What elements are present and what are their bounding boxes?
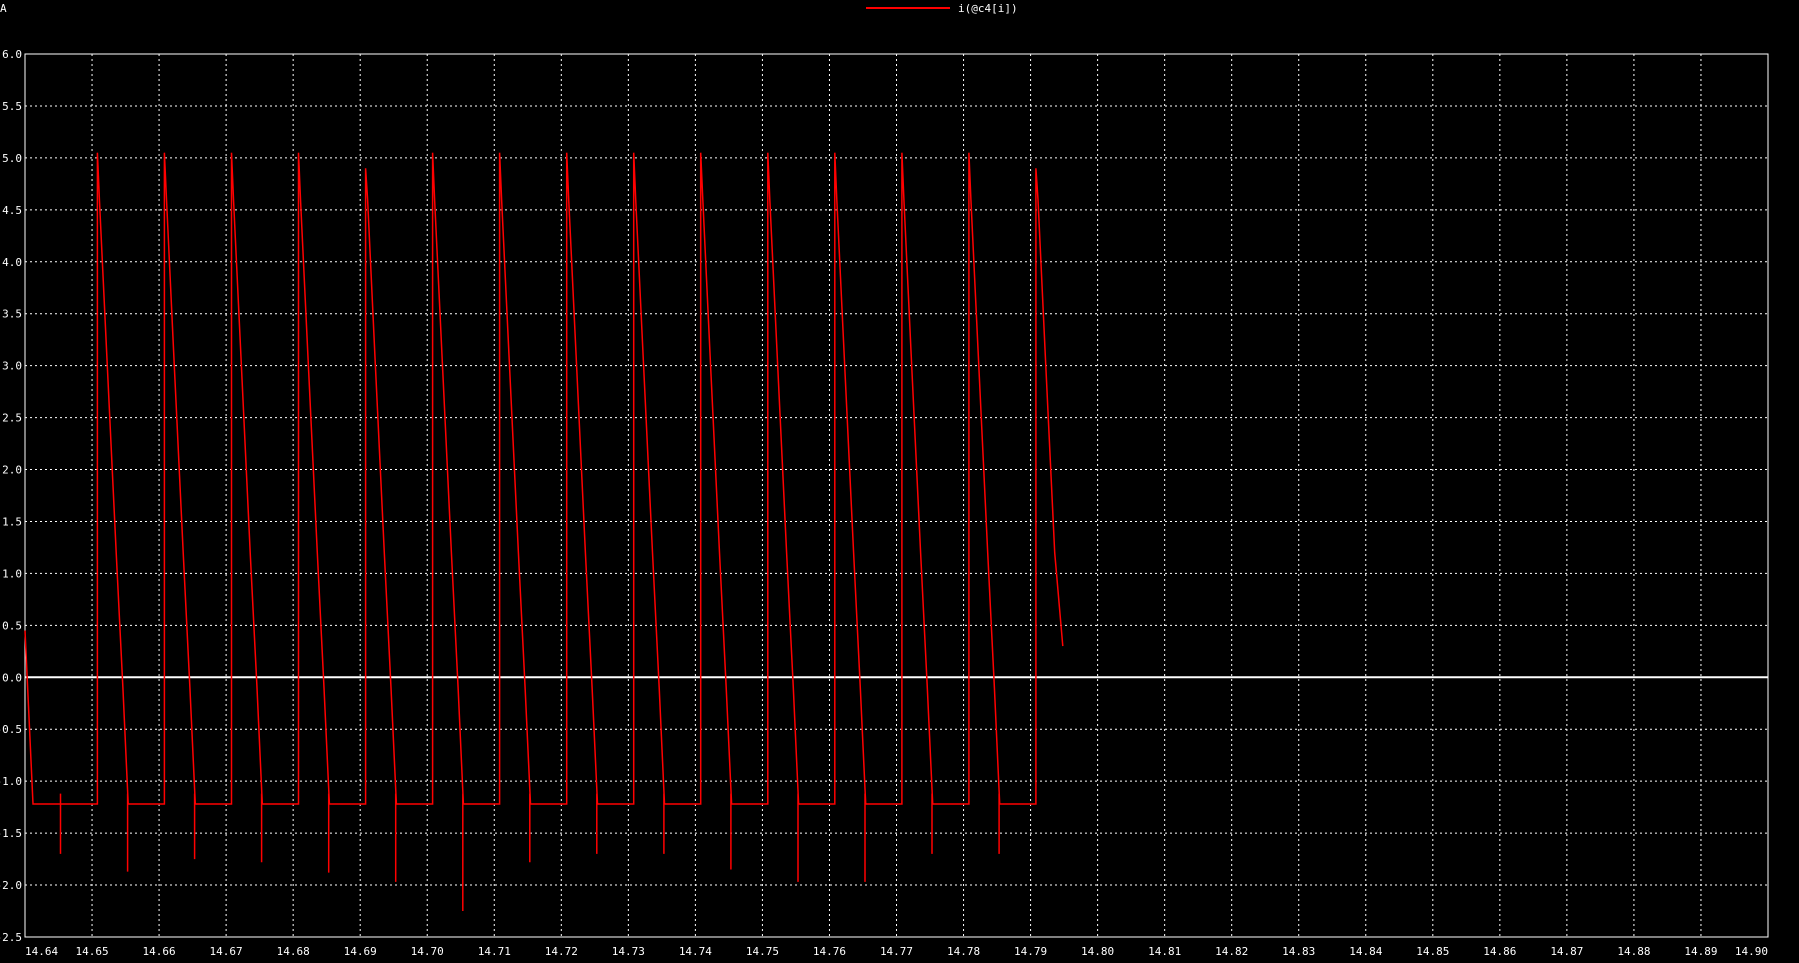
y-unit-label: A <box>0 2 7 15</box>
x-tick-label: 14.75 <box>746 945 779 958</box>
x-tick-label: 14.74 <box>679 945 712 958</box>
y-tick-label: 4.0 <box>2 256 22 269</box>
series-layer <box>24 152 1064 911</box>
y-tick-label: 1.5 <box>2 515 22 528</box>
x-tick-label: 14.68 <box>277 945 310 958</box>
x-tick-label: 14.76 <box>813 945 846 958</box>
x-tick-label: 14.83 <box>1282 945 1315 958</box>
x-tick-label: 14.89 <box>1684 945 1717 958</box>
y-tick-label: -2.5 <box>0 931 22 944</box>
y-tick-label: 0.0 <box>2 671 22 684</box>
x-tick-label: 14.65 <box>75 945 108 958</box>
legend-label: i(@c4[i]) <box>958 2 1018 15</box>
x-tick-label: 14.87 <box>1550 945 1583 958</box>
x-tick-label: 14.77 <box>880 945 913 958</box>
series-line-i-c4 <box>24 152 1064 911</box>
y-tick-label: 2.5 <box>2 412 22 425</box>
x-tick-label: 14.79 <box>1014 945 1047 958</box>
x-tick-label: 14.66 <box>143 945 176 958</box>
y-tick-label: 0.5 <box>2 619 22 632</box>
x-tick-label: 14.90 <box>1735 945 1768 958</box>
y-tick-label: 3.5 <box>2 308 22 321</box>
x-tick-label: 14.67 <box>210 945 243 958</box>
x-axis-ticks: 14.64 14.65 14.66 14.67 14.68 14.69 14.70 14.71… <box>25 945 1768 958</box>
legend: i(@c4[i]) <box>866 2 1018 15</box>
y-tick-label: -2.0 <box>0 879 22 892</box>
x-tick-label: 14.88 <box>1617 945 1650 958</box>
x-tick-label: 14.72 <box>545 945 578 958</box>
chart-plot: A i(@c4[i]) 6.0 5.5 5.0 4.5 4.0 3.5 3.0 2.5 2.0 1… <box>0 2 1769 958</box>
y-tick-label: 5.5 <box>2 100 22 113</box>
x-tick-label: 14.80 <box>1081 945 1114 958</box>
x-tick-label: 14.69 <box>344 945 377 958</box>
y-tick-label: -1.5 <box>0 827 22 840</box>
y-tick-label: 2.0 <box>2 464 22 477</box>
y-tick-label: 3.0 <box>2 360 22 373</box>
x-tick-label: 14.84 <box>1349 945 1382 958</box>
x-tick-label: 14.70 <box>411 945 444 958</box>
x-tick-label: 14.64 <box>25 945 58 958</box>
x-tick-label: 14.73 <box>612 945 645 958</box>
x-tick-label: 14.82 <box>1215 945 1248 958</box>
y-tick-label: 6.0 <box>2 48 22 61</box>
y-tick-label: -1.0 <box>0 775 22 788</box>
x-tick-label: 14.85 <box>1416 945 1449 958</box>
y-axis-ticks: 6.0 5.5 5.0 4.5 4.0 3.5 3.0 2.5 2.0 1.5 1.0 0.5 0.0 -… <box>0 48 22 944</box>
x-tick-label: 14.71 <box>478 945 511 958</box>
x-tick-label: 14.86 <box>1483 945 1516 958</box>
x-tick-label: 14.78 <box>947 945 980 958</box>
y-tick-label: 1.0 <box>2 567 22 580</box>
y-tick-label: -0.5 <box>0 723 22 736</box>
y-tick-label: 5.0 <box>2 152 22 165</box>
y-tick-label: 4.5 <box>2 204 22 217</box>
x-tick-label: 14.81 <box>1148 945 1181 958</box>
